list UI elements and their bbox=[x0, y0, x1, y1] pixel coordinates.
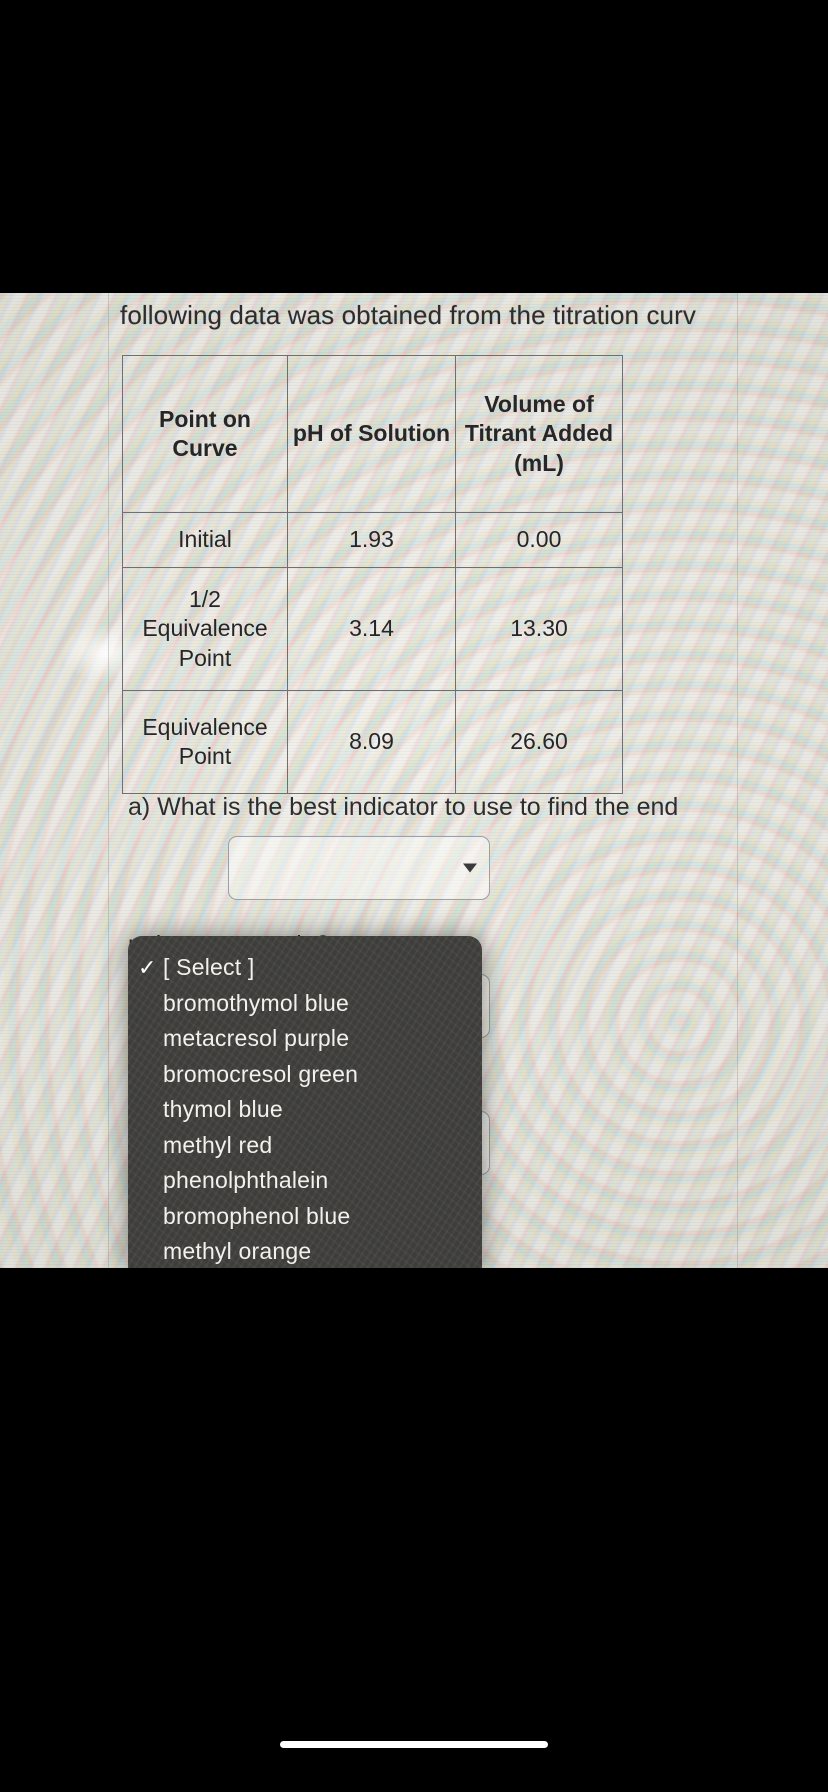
table-row: Equivalence Point 8.09 26.60 bbox=[122, 690, 623, 794]
cell-volume-half-equivalence: 13.30 bbox=[455, 567, 623, 691]
checkmark-icon: ✓ bbox=[138, 954, 157, 980]
column-header-ph-of-solution: pH of Solution bbox=[287, 355, 456, 513]
dropdown-option-methyl-red[interactable]: methyl red bbox=[128, 1128, 482, 1164]
dropdown-option-label: thymol blue bbox=[163, 1096, 283, 1123]
cell-volume-equivalence: 26.60 bbox=[455, 690, 623, 794]
dropdown-option-metacresol-purple[interactable]: metacresol purple bbox=[128, 1021, 482, 1057]
cell-point-half-equivalence: 1/2 Equivalence Point bbox=[122, 567, 288, 691]
titration-data-table: Point on Curve pH of Solution Volume of … bbox=[122, 355, 623, 794]
dropdown-option-label: phenolphthalein bbox=[163, 1167, 329, 1194]
column-header-volume-of-titrant: Volume of Titrant Added (mL) bbox=[455, 355, 623, 513]
dropdown-option-label: [ Select ] bbox=[163, 954, 255, 981]
cell-point-initial: Initial bbox=[122, 512, 288, 568]
question-a-text: a) What is the best indicator to use to … bbox=[128, 793, 679, 821]
cell-ph-half-equivalence: 3.14 bbox=[287, 567, 456, 691]
chevron-down-icon bbox=[463, 863, 477, 873]
dropdown-option-bromocresol-green[interactable]: bromocresol green bbox=[128, 1057, 482, 1093]
dropdown-option-label: bromothymol blue bbox=[163, 989, 350, 1016]
dropdown-option-label: methyl red bbox=[163, 1131, 273, 1158]
dropdown-option-label: bromophenol blue bbox=[163, 1202, 351, 1229]
home-indicator[interactable] bbox=[280, 1741, 548, 1748]
column-header-point-on-curve: Point on Curve bbox=[122, 355, 288, 513]
dropdown-option-label: metacresol purple bbox=[163, 1025, 350, 1052]
table-row: Initial 1.93 0.00 bbox=[122, 512, 623, 568]
phone-screen: following data was obtained from the tit… bbox=[0, 0, 828, 1792]
dropdown-option-bromophenol-blue[interactable]: bromophenol blue bbox=[128, 1199, 482, 1235]
indicator-options-menu[interactable]: ✓ [ Select ] bromothymol blue metacresol… bbox=[128, 936, 482, 1268]
cell-ph-initial: 1.93 bbox=[287, 512, 456, 568]
dropdown-option-methyl-orange[interactable]: methyl orange bbox=[128, 1234, 482, 1268]
lead-paragraph: following data was obtained from the tit… bbox=[120, 300, 696, 330]
cell-ph-equivalence: 8.09 bbox=[287, 690, 456, 794]
cell-point-equivalence: Equivalence Point bbox=[122, 690, 288, 794]
table-header-row: Point on Curve pH of Solution Volume of … bbox=[122, 355, 623, 513]
dropdown-option-label: bromocresol green bbox=[163, 1060, 359, 1087]
dropdown-option-thymol-blue[interactable]: thymol blue bbox=[128, 1092, 482, 1128]
indicator-select-a[interactable] bbox=[228, 836, 490, 900]
dropdown-option-bromothymol-blue[interactable]: bromothymol blue bbox=[128, 986, 482, 1022]
cell-volume-initial: 0.00 bbox=[455, 512, 623, 568]
dropdown-option-label: methyl orange bbox=[163, 1238, 312, 1265]
table-row: 1/2 Equivalence Point 3.14 13.30 bbox=[122, 567, 623, 691]
dropdown-option-select[interactable]: ✓ [ Select ] bbox=[128, 950, 482, 986]
dropdown-option-phenolphthalein[interactable]: phenolphthalein bbox=[128, 1163, 482, 1199]
